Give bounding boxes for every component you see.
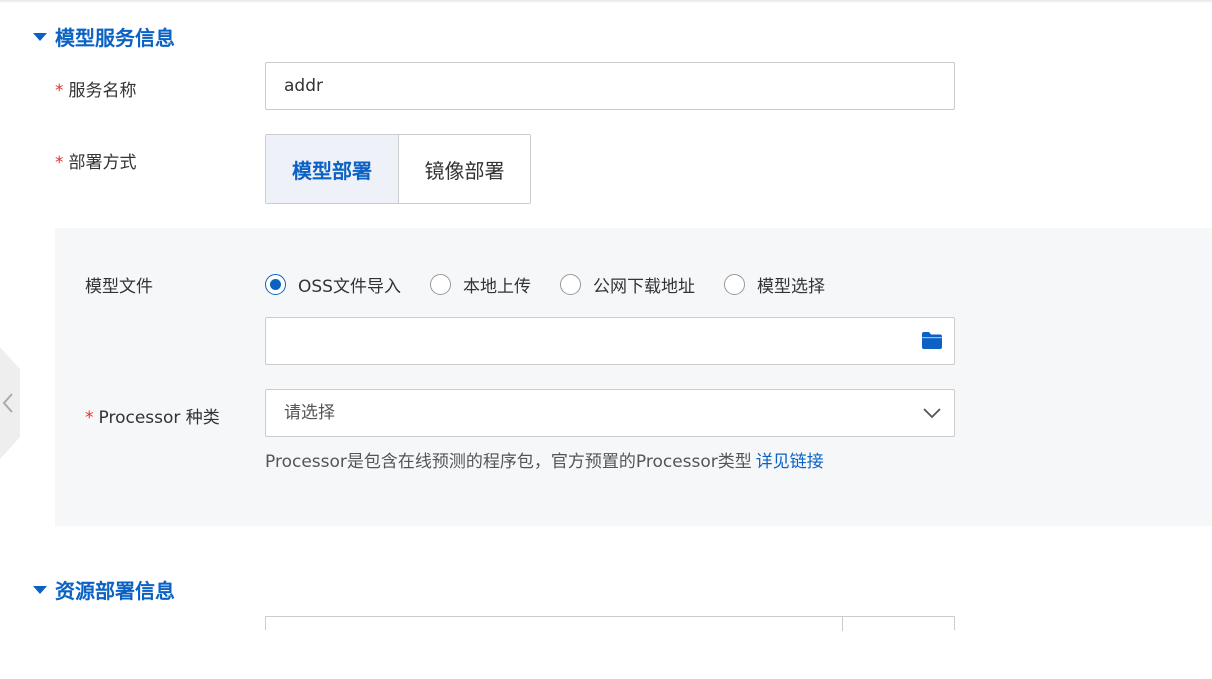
service-name-label: * 服务名称 [55,76,137,101]
radio-unchecked-icon[interactable] [559,274,581,295]
processor-select[interactable]: 请选择 [265,389,955,437]
resource-input-group[interactable] [265,616,955,631]
caret-down-icon [33,585,47,594]
processor-help: Processor是包含在线预测的程序包，官方预置的Processor类型 详见链… [265,447,824,472]
radio-label: 本地上传 [462,277,531,297]
section-title: 资源部署信息 [55,579,175,603]
radio-oss-import[interactable]: OSS文件导入 [265,272,401,297]
input-divider [842,617,843,631]
processor-label: * Processor 种类 [85,403,220,428]
radio-unchecked-icon[interactable] [429,274,451,295]
deploy-method-label-text: 部署方式 [68,153,137,173]
processor-label-text: Processor 种类 [98,408,220,428]
service-name-value: addr [284,76,323,96]
model-file-radio-group: OSS文件导入 本地上传 公网下载地址 模型选择 [265,272,854,297]
model-file-label: 模型文件 [85,277,153,297]
radio-label: OSS文件导入 [298,277,401,297]
deploy-method-label: * 部署方式 [55,148,137,173]
service-name-label-text: 服务名称 [68,81,137,101]
section-header-resource-deploy[interactable]: 资源部署信息 [33,575,175,604]
caret-down-icon [33,32,47,41]
required-mark: * [55,81,64,101]
deploy-option-image[interactable]: 镜像部署 [399,135,530,203]
radio-label: 公网下载地址 [592,277,695,297]
required-mark: * [85,408,94,428]
radio-public-url[interactable]: 公网下载地址 [559,272,695,297]
radio-model-select[interactable]: 模型选择 [723,272,825,297]
radio-local-upload[interactable]: 本地上传 [429,272,531,297]
service-name-input[interactable]: addr [265,62,955,110]
folder-icon[interactable] [922,332,942,349]
required-mark: * [55,153,64,173]
processor-help-link[interactable]: 详见链接 [756,452,824,472]
processor-help-text: Processor是包含在线预测的程序包，官方预置的Processor类型 [265,452,752,472]
model-file-path-input[interactable] [265,317,955,365]
processor-placeholder: 请选择 [284,403,335,423]
deploy-option-model[interactable]: 模型部署 [266,135,399,203]
top-divider [0,0,1212,3]
radio-checked-icon[interactable] [265,274,286,295]
chevron-down-icon [923,408,941,419]
collapse-side-tab[interactable] [0,347,20,459]
section-title: 模型服务信息 [55,26,175,50]
radio-label: 模型选择 [756,277,825,297]
section-header-model-service[interactable]: 模型服务信息 [33,22,175,51]
deploy-method-segmented-control: 模型部署 镜像部署 [265,134,531,204]
radio-unchecked-icon[interactable] [723,274,745,295]
